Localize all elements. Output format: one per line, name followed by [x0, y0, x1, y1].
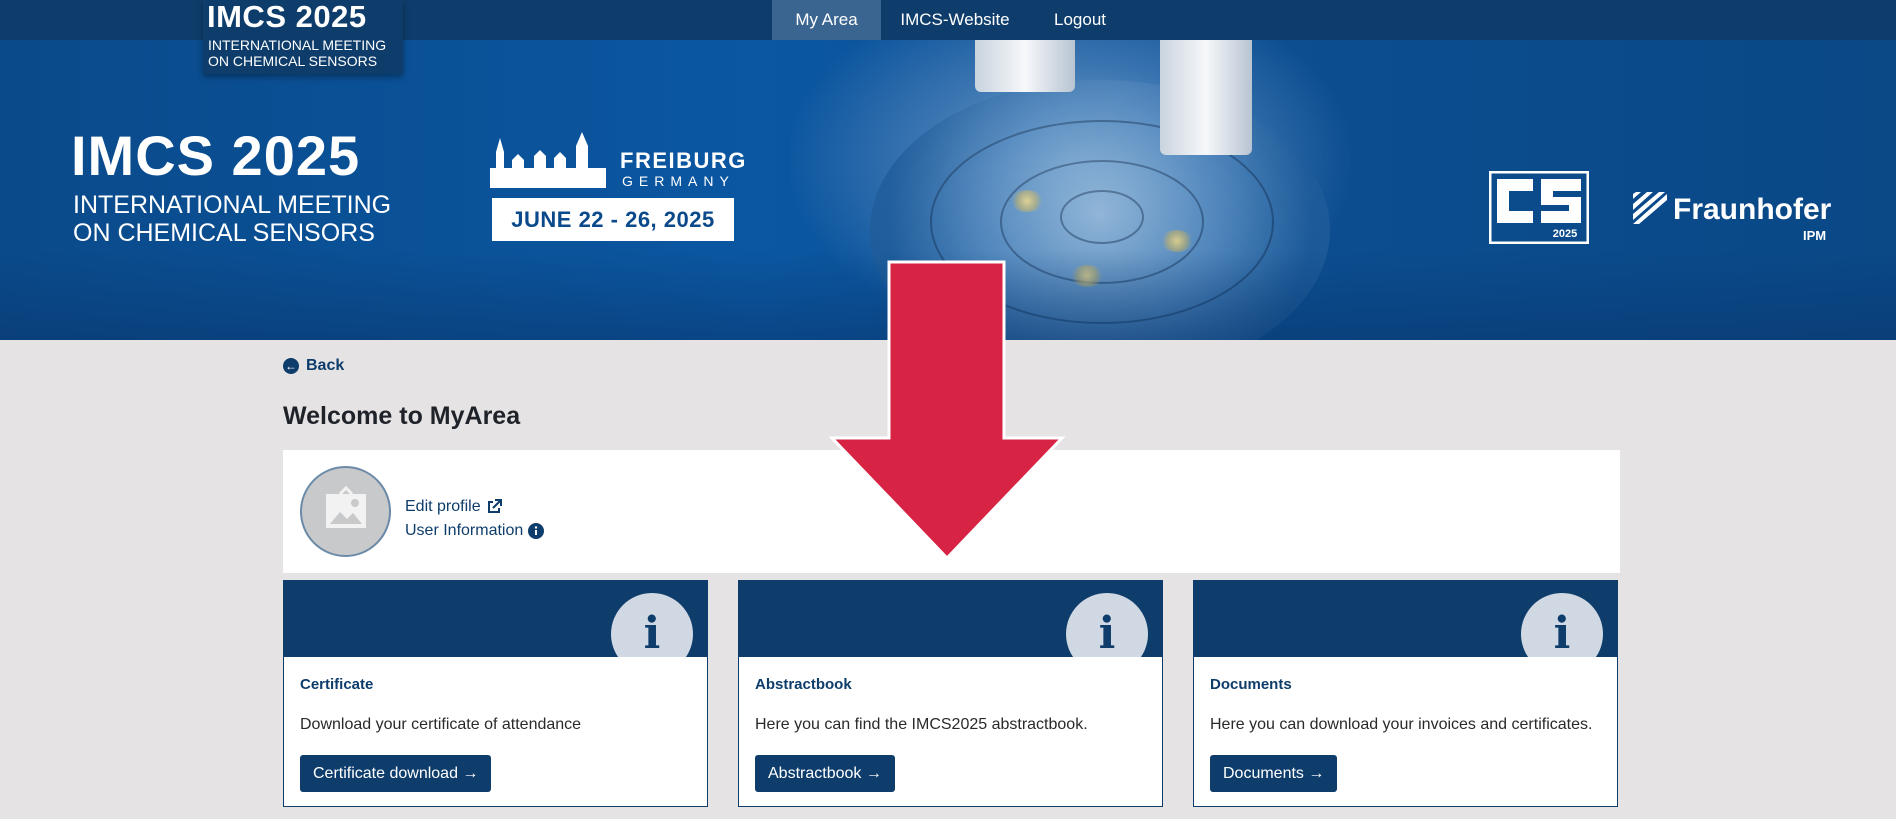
- nav-logout[interactable]: Logout: [1043, 0, 1117, 40]
- user-information-label: User Information: [405, 522, 524, 539]
- arrow-circle-left-icon: ←: [283, 358, 299, 374]
- banner-subtitle-line2: ON CHEMICAL SENSORS: [73, 219, 375, 247]
- back-label: Back: [306, 357, 345, 374]
- edit-profile-label: Edit profile: [405, 498, 481, 515]
- nav-imcs-website[interactable]: IMCS-Website: [896, 0, 1014, 40]
- freiburg-skyline-icon: [490, 132, 606, 188]
- card-description: Download your certificate of attendance: [300, 716, 582, 733]
- avatar: [300, 466, 391, 557]
- card-title: Documents: [1210, 676, 1292, 693]
- banner-city: FREIBURG: [620, 148, 747, 173]
- documents-card: i Documents Here you can download your i…: [1193, 580, 1618, 807]
- header-logo-subtitle-line2: ON CHEMICAL SENSORS: [208, 53, 378, 69]
- certificate-download-button[interactable]: Certificate download →: [300, 755, 492, 792]
- user-information-link[interactable]: User Information: [405, 519, 545, 543]
- card-header: i: [739, 581, 1162, 657]
- header-logo[interactable]: IMCS 2025 INTERNATIONAL MEETING ON CHEMI…: [203, 0, 403, 74]
- certificate-card: i Certificate Download your certificate …: [283, 580, 708, 807]
- image-placeholder-icon: [326, 485, 366, 528]
- banner-title: IMCS 2025: [71, 124, 361, 187]
- red-down-arrow-overlay: [828, 260, 1066, 560]
- nav-my-area[interactable]: My Area: [772, 0, 881, 40]
- card-description: Here you can find the IMCS2025 abstractb…: [755, 716, 1088, 733]
- banner-dates: JUNE 22 - 26, 2025: [492, 198, 734, 241]
- profile-links: Edit profile User Information: [405, 495, 545, 543]
- page-title: Welcome to MyArea: [283, 402, 521, 430]
- card-header: i: [284, 581, 707, 657]
- card-title: Abstractbook: [755, 676, 852, 693]
- edit-profile-link[interactable]: Edit profile: [405, 495, 544, 519]
- abstractbook-button[interactable]: Abstractbook →: [755, 755, 895, 792]
- vial-left: [975, 40, 1075, 92]
- back-link[interactable]: ← Back: [283, 357, 344, 375]
- header-logo-title: IMCS 2025: [207, 0, 367, 34]
- documents-button[interactable]: Documents →: [1210, 755, 1338, 792]
- partner-name: Fraunhofer: [1673, 193, 1832, 226]
- cs-logo-year: 2025: [1553, 228, 1577, 240]
- card-description: Here you can download your invoices and …: [1210, 716, 1593, 733]
- banner-subtitle: INTERNATIONAL MEETING ON CHEMICAL SENSOR…: [73, 191, 391, 247]
- banner-country: GERMANY: [622, 173, 735, 189]
- info-circle-icon: [528, 523, 545, 539]
- info-icon: i: [1066, 593, 1148, 657]
- info-icon: i: [611, 593, 693, 657]
- external-link-icon: [487, 499, 502, 513]
- header-logo-subtitle: INTERNATIONAL MEETING ON CHEMICAL SENSOR…: [208, 37, 386, 69]
- vial-right: [1160, 40, 1252, 155]
- header-logo-subtitle-line1: INTERNATIONAL MEETING: [208, 37, 387, 53]
- card-header: i: [1194, 581, 1617, 657]
- abstractbook-card: i Abstractbook Here you can find the IMC…: [738, 580, 1163, 807]
- partner-sub: IPM: [1803, 228, 1827, 243]
- info-icon: i: [1521, 593, 1603, 657]
- fraunhofer-mark-icon: [1633, 192, 1667, 224]
- cs2025-logo-icon: 2025: [1489, 171, 1589, 244]
- card-title: Certificate: [300, 676, 374, 693]
- banner-subtitle-line1: INTERNATIONAL MEETING: [73, 191, 392, 219]
